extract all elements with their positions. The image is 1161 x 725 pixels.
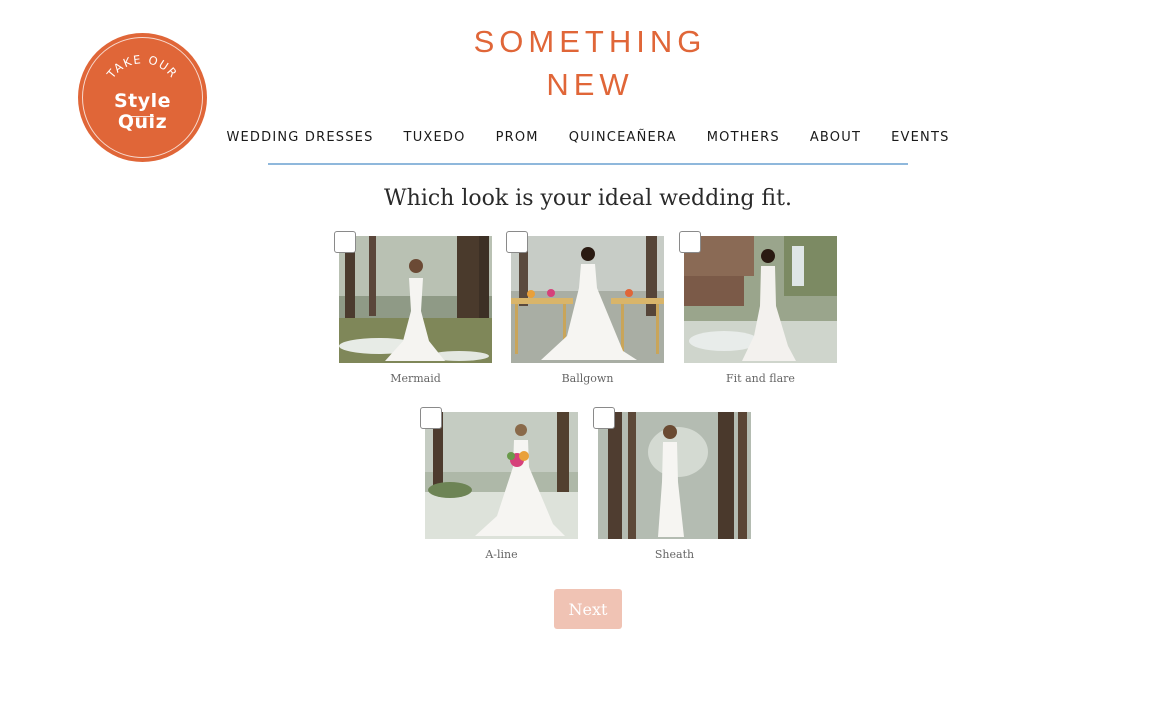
a-line-dress-photo[interactable] — [425, 412, 578, 539]
a-line-label: A-line — [485, 548, 518, 561]
fit-and-flare-dress-photo[interactable] — [684, 236, 837, 363]
nav-tuxedo[interactable]: TUXEDO — [404, 128, 466, 150]
badge-divider — [131, 116, 154, 117]
nav-mothers[interactable]: MOTHERS — [707, 128, 780, 150]
ballgown-checkbox[interactable] — [506, 231, 528, 253]
next-button[interactable]: Next — [554, 589, 622, 629]
nav-quinceanera[interactable]: QUINCEAÑERA — [569, 128, 677, 150]
ballgown-dress-photo[interactable] — [511, 236, 664, 363]
badge-quiz-text: Quiz — [117, 111, 168, 133]
nav-about[interactable]: ABOUT — [810, 128, 861, 150]
sheath-checkbox[interactable] — [593, 407, 615, 429]
badge-arc-text: TAKE OUR — [103, 52, 180, 82]
fit-and-flare-label: Fit and flare — [726, 372, 795, 385]
sheath-label: Sheath — [654, 548, 695, 561]
quiz-question: Which look is your ideal wedding fit. — [384, 186, 792, 211]
badge-style-text: Style — [113, 90, 172, 112]
style-quiz-badge[interactable]: TAKE OUR Style Quiz — [78, 33, 207, 162]
ballgown-label: Ballgown — [561, 372, 614, 385]
nav-prom[interactable]: PROM — [496, 128, 539, 150]
logo-line-2: NEW — [546, 67, 634, 102]
nav-divider — [268, 163, 908, 165]
mermaid-label: Mermaid — [390, 372, 441, 385]
sheath-dress-photo[interactable] — [598, 412, 751, 539]
fit-and-flare-checkbox[interactable] — [679, 231, 701, 253]
nav-wedding-dresses[interactable]: WEDDING DRESSES — [226, 128, 373, 150]
mermaid-checkbox[interactable] — [334, 231, 356, 253]
site-logo[interactable]: SOMETHING NEW — [430, 20, 750, 106]
svg-text:TAKE OUR: TAKE OUR — [103, 52, 180, 82]
main-nav: WEDDING DRESSES TUXEDO PROM QUINCEAÑERA … — [226, 128, 949, 150]
a-line-checkbox[interactable] — [420, 407, 442, 429]
logo-line-1: SOMETHING — [473, 24, 707, 59]
mermaid-dress-photo[interactable] — [339, 236, 492, 363]
nav-events[interactable]: EVENTS — [891, 128, 949, 150]
